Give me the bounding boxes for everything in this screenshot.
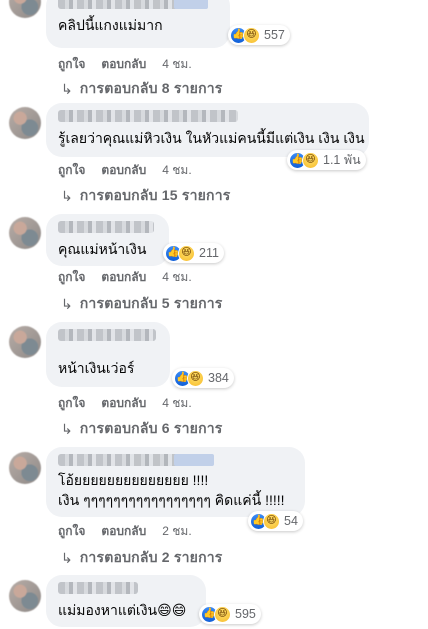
reaction-count: 211: [199, 246, 219, 260]
comment-bubble: คุณแม่หน้าเงิน: [46, 214, 169, 266]
reaction-count: 54: [284, 514, 298, 528]
timestamp[interactable]: 4 ชม.: [162, 161, 191, 180]
comment-text: หน้าเงินเว่อร์: [58, 360, 135, 376]
timestamp[interactable]: 4 ชม.: [162, 268, 191, 287]
view-replies-link[interactable]: ↳ การตอบกลับ 8 รายการ: [61, 78, 223, 100]
replies-count-label: การตอบกลับ 5 รายการ: [79, 295, 223, 311]
blurred-author-name[interactable]: [58, 221, 154, 233]
view-replies-link[interactable]: ↳ การตอบกลับ 15 รายการ: [61, 185, 231, 207]
reply-button[interactable]: ตอบกลับ: [101, 394, 146, 413]
comment-text: แม่มองหาแต่เงิน😄😄: [58, 602, 187, 618]
like-button[interactable]: ถูกใจ: [58, 268, 85, 287]
timestamp[interactable]: 4 ชม.: [162, 55, 191, 74]
reaction-summary[interactable]: 👍 😆 595: [199, 604, 261, 624]
reply-button[interactable]: ตอบกลับ: [101, 161, 146, 180]
reaction-count: 1.1 พัน: [323, 153, 361, 167]
avatar[interactable]: [9, 326, 41, 358]
avatar[interactable]: [9, 580, 41, 612]
comment-bubble: หน้าเงินเว่อร์: [46, 322, 170, 387]
reply-button[interactable]: ตอบกลับ: [101, 522, 146, 541]
like-button[interactable]: ถูกใจ: [58, 161, 85, 180]
comment-actions: ถูกใจ ตอบกลับ 2 ชม.: [58, 522, 192, 541]
comment-text: รู้เลยว่าคุณแม่หิวเงิน ในหัวแม่คนนี้มีแต…: [58, 130, 365, 146]
reply-arrow-icon: ↳: [61, 549, 73, 566]
reply-button[interactable]: ตอบกลับ: [101, 55, 146, 74]
comment-actions: ถูกใจ ตอบกลับ 4 ชม.: [58, 268, 192, 287]
haha-icon: 😆: [243, 26, 260, 44]
replies-count-label: การตอบกลับ 6 รายการ: [79, 420, 223, 436]
avatar[interactable]: [9, 107, 41, 139]
reaction-summary[interactable]: 👍 😆 557: [228, 25, 290, 45]
avatar[interactable]: [9, 0, 41, 18]
comment-bubble: โอ้ยยยยยยยยยยยยยย !!!! เงิน ๆๆๆๆๆๆๆๆๆๆๆๆ…: [46, 447, 305, 517]
blurred-author-name[interactable]: [58, 0, 208, 9]
reaction-count: 384: [208, 371, 229, 385]
comment-actions: ถูกใจ ตอบกลับ 4 ชม.: [58, 394, 192, 413]
avatar[interactable]: [9, 452, 41, 484]
reply-button[interactable]: ตอบกลับ: [101, 268, 146, 287]
reply-arrow-icon: ↳: [61, 295, 73, 312]
comment-bubble: คลิปนี้แกงแม่มาก: [46, 0, 230, 48]
haha-icon: 😆: [214, 605, 231, 623]
haha-icon: 😆: [178, 244, 195, 262]
comment-actions: ถูกใจ ตอบกลับ 4 ชม.: [58, 161, 192, 180]
comment-text-line-2: เงิน ๆๆๆๆๆๆๆๆๆๆๆๆๆๆๆๆๆ คิดแค่นี้ !!!!!: [58, 492, 285, 508]
reply-arrow-icon: ↳: [61, 80, 73, 97]
comment-text-line-1: โอ้ยยยยยยยยยยยยยย !!!!: [58, 472, 209, 488]
view-replies-link[interactable]: ↳ การตอบกลับ 5 รายการ: [61, 293, 223, 315]
replies-count-label: การตอบกลับ 15 รายการ: [79, 187, 231, 203]
comment-text: คุณแม่หน้าเงิน: [58, 241, 147, 257]
reaction-summary[interactable]: 👍 😆 1.1 พัน: [287, 150, 366, 170]
reply-arrow-icon: ↳: [61, 187, 73, 204]
blurred-author-name[interactable]: [58, 329, 156, 341]
like-button[interactable]: ถูกใจ: [58, 55, 85, 74]
reaction-count: 595: [235, 607, 256, 621]
comment-actions: ถูกใจ ตอบกลับ 4 ชม.: [58, 55, 192, 74]
replies-count-label: การตอบกลับ 8 รายการ: [79, 80, 223, 96]
haha-icon: 😆: [187, 369, 204, 387]
blurred-author-name[interactable]: [58, 454, 214, 466]
reply-arrow-icon: ↳: [61, 420, 73, 437]
reaction-summary[interactable]: 👍 😆 211: [163, 243, 224, 263]
reaction-summary[interactable]: 👍 😆 54: [248, 511, 303, 531]
blurred-author-name[interactable]: [58, 110, 238, 122]
comment-text: คลิปนี้แกงแม่มาก: [58, 17, 163, 33]
timestamp[interactable]: 4 ชม.: [162, 394, 191, 413]
replies-count-label: การตอบกลับ 2 รายการ: [79, 549, 223, 565]
haha-icon: 😆: [263, 512, 280, 530]
comment-bubble: รู้เลยว่าคุณแม่หิวเงิน ในหัวแม่คนนี้มีแต…: [46, 103, 369, 157]
blurred-author-name[interactable]: [58, 582, 138, 594]
view-replies-link[interactable]: ↳ การตอบกลับ 2 รายการ: [61, 547, 223, 569]
haha-icon: 😆: [302, 151, 319, 169]
reaction-summary[interactable]: 👍 😆 384: [172, 368, 234, 388]
reaction-count: 557: [264, 28, 285, 42]
comment-bubble: แม่มองหาแต่เงิน😄😄: [46, 575, 206, 627]
avatar[interactable]: [9, 217, 41, 249]
like-button[interactable]: ถูกใจ: [58, 522, 85, 541]
like-button[interactable]: ถูกใจ: [58, 394, 85, 413]
timestamp[interactable]: 2 ชม.: [162, 522, 191, 541]
view-replies-link[interactable]: ↳ การตอบกลับ 6 รายการ: [61, 418, 223, 440]
